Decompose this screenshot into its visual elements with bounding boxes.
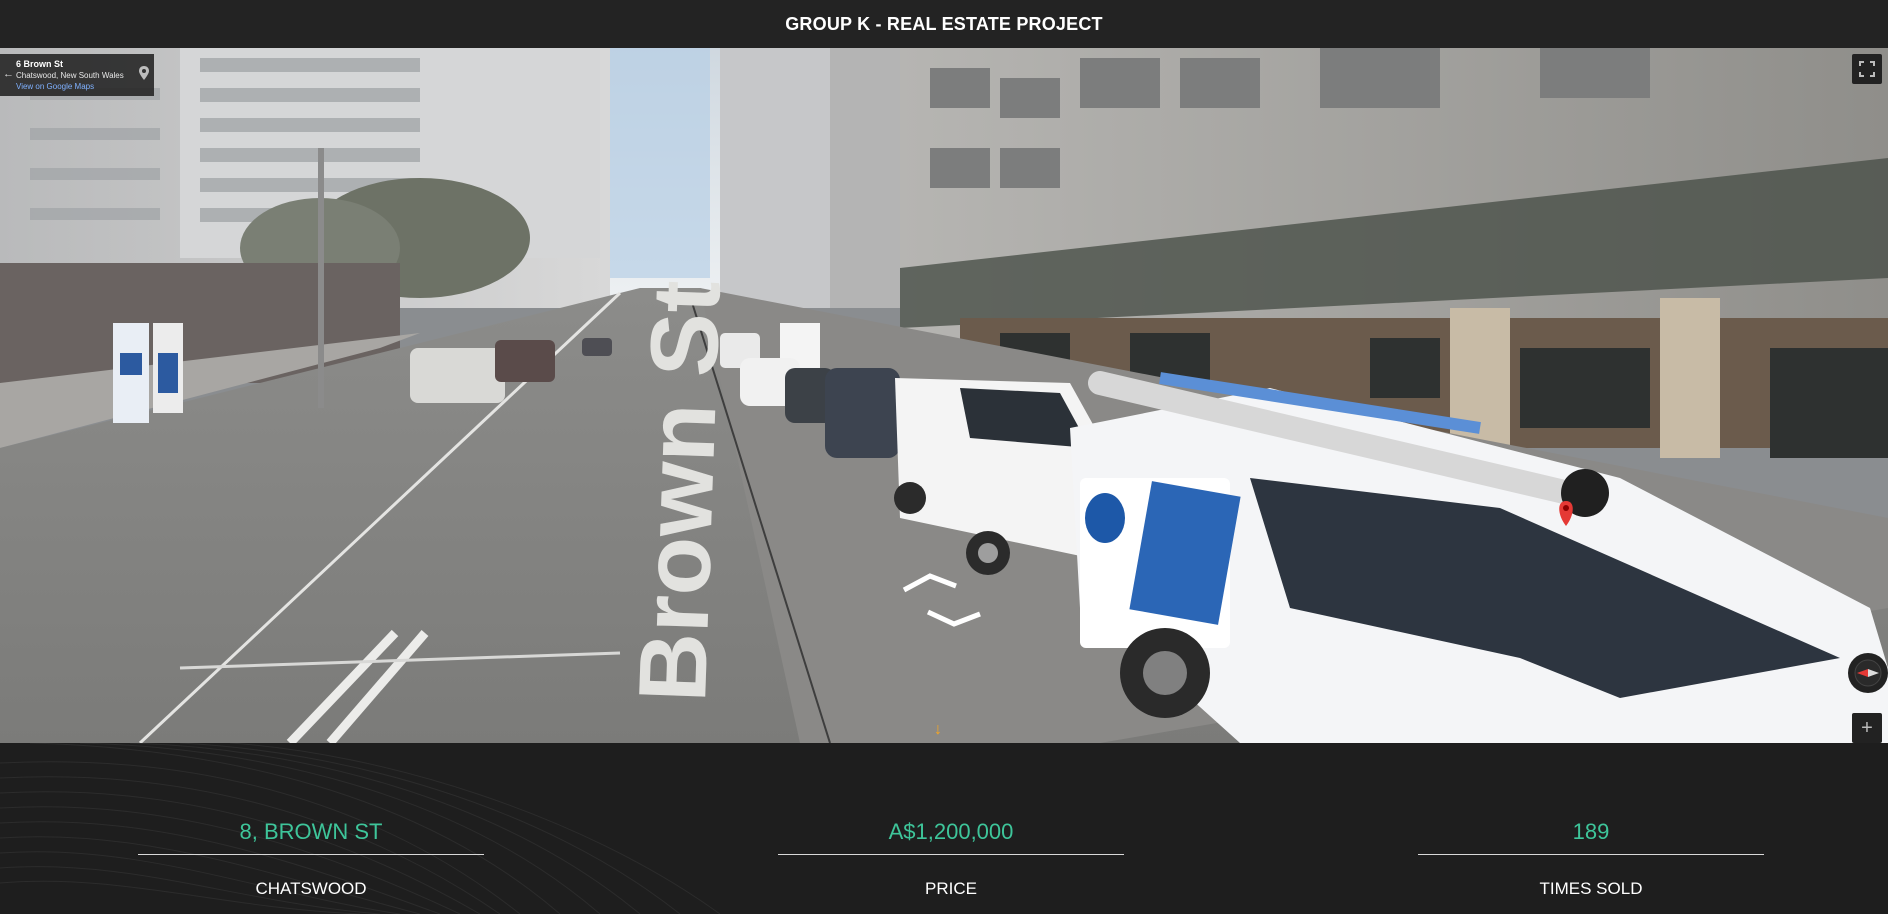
stat-price: A$1,200,000 PRICE — [778, 743, 1124, 899]
stat-divider — [778, 854, 1124, 855]
street-view-address: 6 Brown St — [16, 59, 64, 69]
fullscreen-button[interactable] — [1852, 54, 1882, 84]
property-info-panel: 8, BROWN ST CHATSWOOD A$1,200,000 PRICE … — [0, 743, 1888, 914]
street-view-locality: Chatswood, New South Wales — [16, 71, 124, 80]
stat-price-label: PRICE — [925, 879, 977, 898]
view-on-google-maps-link[interactable]: View on Google Maps — [16, 81, 148, 92]
compass-button[interactable] — [1848, 653, 1888, 693]
stat-divider — [138, 854, 484, 855]
scroll-down-icon[interactable]: ↓ — [934, 721, 942, 739]
app-header: GROUP K - REAL ESTATE PROJECT — [0, 0, 1888, 49]
stat-address: 8, BROWN ST CHATSWOOD — [138, 743, 484, 899]
stat-divider — [1418, 854, 1764, 855]
zoom-in-button[interactable]: + — [1852, 713, 1882, 743]
stat-price-value: A$1,200,000 — [888, 819, 1014, 844]
navigate-back-icon[interactable] — [924, 608, 984, 630]
street-scene-image: Brown St — [0, 48, 1888, 743]
street-view-info-card: ← 6 Brown St Chatswood, New South Wales … — [0, 54, 154, 96]
stat-address-value: 8, BROWN ST — [239, 819, 383, 844]
compass-icon — [1854, 659, 1882, 687]
stat-times-sold-value: 189 — [1572, 819, 1610, 844]
page-title: GROUP K - REAL ESTATE PROJECT — [785, 13, 1103, 34]
navigate-forward-icon[interactable] — [900, 572, 960, 594]
fullscreen-icon — [1859, 61, 1875, 77]
stat-times-sold: 189 TIMES SOLD — [1418, 743, 1764, 899]
stat-times-sold-label: TIMES SOLD — [1539, 879, 1643, 898]
back-arrow-icon[interactable]: ← — [3, 68, 14, 80]
map-pin-icon[interactable] — [139, 66, 149, 80]
zoom-in-icon: + — [1861, 716, 1873, 739]
street-view-panorama[interactable]: Brown St ← 6 Brown St Chatswood, New Sou… — [0, 48, 1888, 743]
stat-address-label: CHATSWOOD — [255, 879, 367, 898]
